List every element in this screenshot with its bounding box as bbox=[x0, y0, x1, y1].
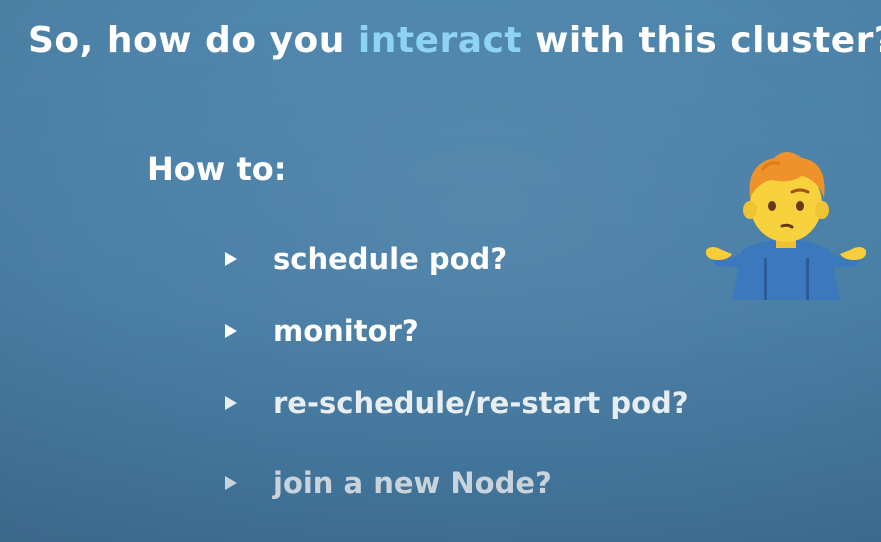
person-shrugging-icon bbox=[706, 152, 866, 300]
title-lead: So, how do you bbox=[28, 20, 358, 61]
bullet-arrow-icon bbox=[225, 396, 237, 410]
bullet-text: join a new Node? bbox=[273, 466, 552, 500]
bullet-item: monitor? bbox=[225, 313, 419, 349]
bullet-item: re-schedule/re-start pod? bbox=[225, 385, 689, 421]
slide-title: So, how do you interact with this cluste… bbox=[28, 20, 881, 61]
bullet-arrow-icon bbox=[225, 252, 237, 266]
slide-subtitle: How to: bbox=[147, 150, 287, 188]
bullet-arrow-icon bbox=[225, 476, 237, 490]
bullet-item: join a new Node? bbox=[225, 465, 552, 501]
bullet-arrow-icon bbox=[225, 324, 237, 338]
title-tail: with this cluster? bbox=[522, 20, 881, 61]
title-accent-word: interact bbox=[357, 20, 523, 61]
bullet-text: schedule pod? bbox=[273, 242, 508, 276]
bullet-item: schedule pod? bbox=[225, 241, 507, 277]
bullet-text: re-schedule/re-start pod? bbox=[273, 386, 689, 420]
bullet-text: monitor? bbox=[273, 314, 419, 348]
